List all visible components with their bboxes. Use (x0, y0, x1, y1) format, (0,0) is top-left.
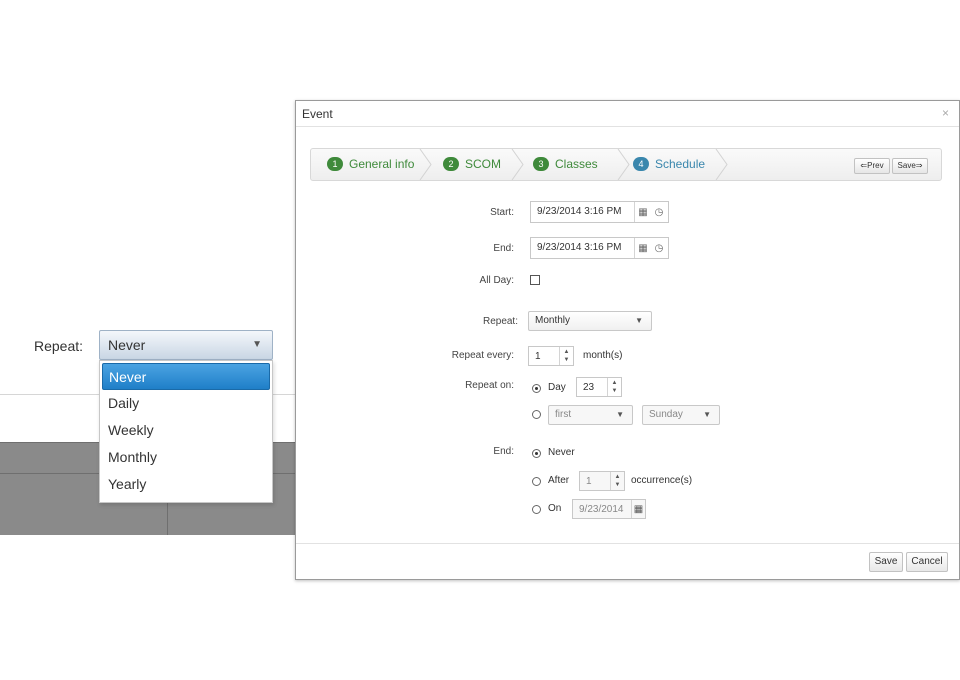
end-on-date-value: 9/23/2014 (579, 503, 624, 515)
wizard-step-general-info[interactable]: 1 General info (327, 157, 414, 171)
repeat-every-label: Repeat every: (451, 350, 514, 361)
event-dialog: Event × 1 General info 2 SCOM 3 Classes … (295, 100, 960, 580)
end-on-radio[interactable] (532, 505, 541, 514)
zoom-repeat-label: Repeat: (34, 338, 84, 354)
end-label: End: (493, 243, 514, 254)
chevron-down-icon: ▼ (616, 410, 624, 419)
repeat-option-daily[interactable]: Daily (102, 390, 270, 417)
repeat-on-weekday-select[interactable]: Sunday ▼ (642, 405, 720, 425)
wizard-steps: 1 General info 2 SCOM 3 Classes 4 Schedu… (310, 148, 942, 181)
wizard-step-scom[interactable]: 2 SCOM (443, 157, 501, 171)
chevron-down-icon: ▼ (252, 339, 262, 350)
start-datetime-value: 9/23/2014 3:16 PM (531, 202, 635, 222)
end-rule-label: End: (493, 446, 514, 457)
calendar-icon[interactable]: ▦ (631, 500, 645, 518)
step-number-badge: 1 (327, 157, 343, 171)
end-on-label: On (548, 503, 562, 514)
wizard-step-label: Classes (555, 157, 598, 171)
repeat-select-value: Monthly (535, 315, 571, 326)
end-on-date-field[interactable]: 9/23/2014 ▦ (572, 499, 646, 519)
wizard-step-label: SCOM (465, 157, 501, 171)
repeat-every-spinner[interactable]: 1 ▲ ▼ (528, 346, 574, 366)
step-number-badge: 3 (533, 157, 549, 171)
cancel-button[interactable]: Cancel (906, 552, 948, 572)
all-day-checkbox[interactable] (530, 275, 540, 285)
all-day-label: All Day: (479, 275, 514, 286)
clock-icon[interactable]: ◷ (651, 243, 667, 254)
wizard-step-label: Schedule (655, 157, 706, 171)
zoom-repeat-select[interactable]: Never ▼ (99, 330, 273, 360)
dialog-title: Event (302, 107, 333, 121)
spinner-arrows-icon[interactable]: ▲ ▼ (559, 347, 573, 365)
chevron-right-icon (715, 149, 729, 180)
zoom-repeat-select-value: Never (108, 337, 146, 353)
repeat-option-never[interactable]: Never (102, 363, 270, 390)
end-datetime-value: 9/23/2014 3:16 PM (531, 238, 635, 258)
end-never-radio[interactable] (532, 449, 541, 458)
repeat-on-ordinal-select[interactable]: first ▼ (548, 405, 633, 425)
end-datetime-field[interactable]: 9/23/2014 3:16 PM ▦ ◷ (530, 237, 669, 259)
repeat-on-day-spinner[interactable]: 23 ▲ ▼ (576, 377, 622, 397)
close-icon[interactable]: × (942, 106, 949, 120)
repeat-select[interactable]: Monthly ▼ (528, 311, 652, 331)
end-never-label: Never (548, 447, 575, 458)
spinner-arrows-icon[interactable]: ▲ ▼ (607, 378, 621, 396)
dialog-header: Event × (296, 101, 959, 127)
repeat-on-weekday-value: Sunday (649, 409, 683, 420)
start-datetime-field[interactable]: 9/23/2014 3:16 PM ▦ ◷ (530, 201, 669, 223)
chevron-right-icon (617, 149, 631, 180)
chevron-right-icon (419, 149, 433, 180)
repeat-every-value: 1 (535, 350, 541, 362)
end-after-label: After (548, 475, 570, 486)
wizard-step-schedule[interactable]: 4 Schedule (633, 157, 705, 171)
save-button[interactable]: Save (869, 552, 903, 572)
zoom-repeat-options: Never Daily Weekly Monthly Yearly (99, 360, 273, 503)
chevron-down-icon: ▼ (635, 316, 643, 325)
repeat-on-day-radio[interactable] (532, 384, 541, 393)
end-after-spinner[interactable]: 1 ▲ ▼ (579, 471, 625, 491)
clock-icon[interactable]: ◷ (651, 207, 667, 218)
repeat-on-label: Repeat on: (465, 380, 514, 391)
calendar-icon[interactable]: ▦ (635, 207, 651, 218)
repeat-on-day-label: Day (548, 382, 566, 393)
end-after-value: 1 (586, 475, 592, 487)
wizard-step-label: General info (349, 157, 415, 171)
chevron-down-icon: ▼ (703, 410, 711, 419)
repeat-label: Repeat: (482, 316, 518, 327)
wizard-save-next-button[interactable]: Save⇒ (892, 158, 928, 174)
step-number-badge: 2 (443, 157, 459, 171)
repeat-on-ordinal-value: first (555, 409, 572, 420)
spinner-arrows-icon[interactable]: ▲ ▼ (610, 472, 624, 490)
step-number-badge: 4 (633, 157, 649, 171)
wizard-step-classes[interactable]: 3 Classes (533, 157, 598, 171)
repeat-option-yearly[interactable]: Yearly (102, 471, 270, 498)
repeat-on-weekday-radio[interactable] (532, 410, 541, 419)
repeat-every-unit: month(s) (583, 350, 623, 361)
repeat-option-weekly[interactable]: Weekly (102, 417, 270, 444)
calendar-icon[interactable]: ▦ (635, 243, 651, 254)
repeat-on-day-value: 23 (583, 381, 595, 393)
end-after-radio[interactable] (532, 477, 541, 486)
repeat-option-monthly[interactable]: Monthly (102, 444, 270, 471)
start-label: Start: (490, 207, 514, 218)
end-after-unit: occurrence(s) (631, 475, 693, 486)
dialog-footer: Save Cancel (296, 543, 959, 579)
wizard-prev-button[interactable]: ⇐Prev (854, 158, 890, 174)
chevron-right-icon (511, 149, 525, 180)
